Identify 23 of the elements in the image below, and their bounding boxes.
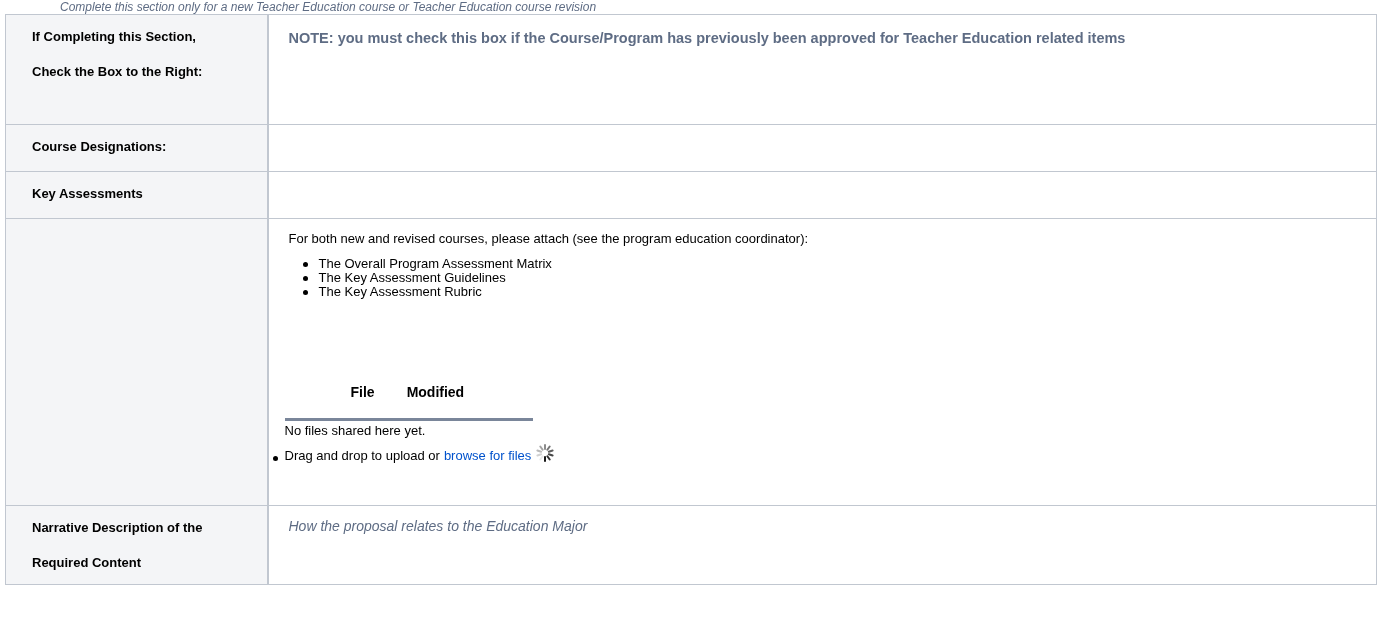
bullet-item: The Key Assessment Rubric	[318, 285, 482, 299]
attach-instruction: For both new and revised courses, please attach (see the program education coordinator):	[288, 231, 810, 247]
note-text: NOTE: you must check this box if the Course/Program has previously been approved for Teacher Education related items	[288, 29, 1127, 48]
row-label: Key Assessments	[32, 185, 144, 203]
row-label: Course Designations:	[32, 138, 168, 156]
bullet-item: The Key Assessment Guidelines	[318, 271, 506, 285]
section-instruction: Complete this section only for a new Teacher Education course or Teacher Education course revision	[59, 0, 598, 14]
bullet-dot-icon	[302, 275, 308, 281]
column-header: File	[350, 384, 375, 400]
empty-message: No files shared here yet.	[284, 423, 427, 438]
upload-text: Drag and drop to upload or	[284, 448, 440, 463]
row-label: Required Content	[32, 554, 143, 572]
column-header: Modified	[406, 384, 465, 400]
bullet-dot-icon	[272, 456, 278, 461]
bullet-dot-icon	[302, 261, 308, 267]
bullet-item: The Overall Program Assessment Matrix	[318, 257, 552, 271]
row-label: Narrative Description of the	[32, 519, 204, 537]
bullet-dot-icon	[302, 289, 308, 295]
loading-spinner-icon	[535, 442, 556, 463]
placeholder-text: How the proposal relates to the Education Major	[288, 518, 589, 534]
row-label: If Completing this Section,	[32, 28, 197, 46]
row-label: Check the Box to the Right:	[32, 63, 204, 81]
browse-link[interactable]: browse for files	[443, 448, 532, 463]
